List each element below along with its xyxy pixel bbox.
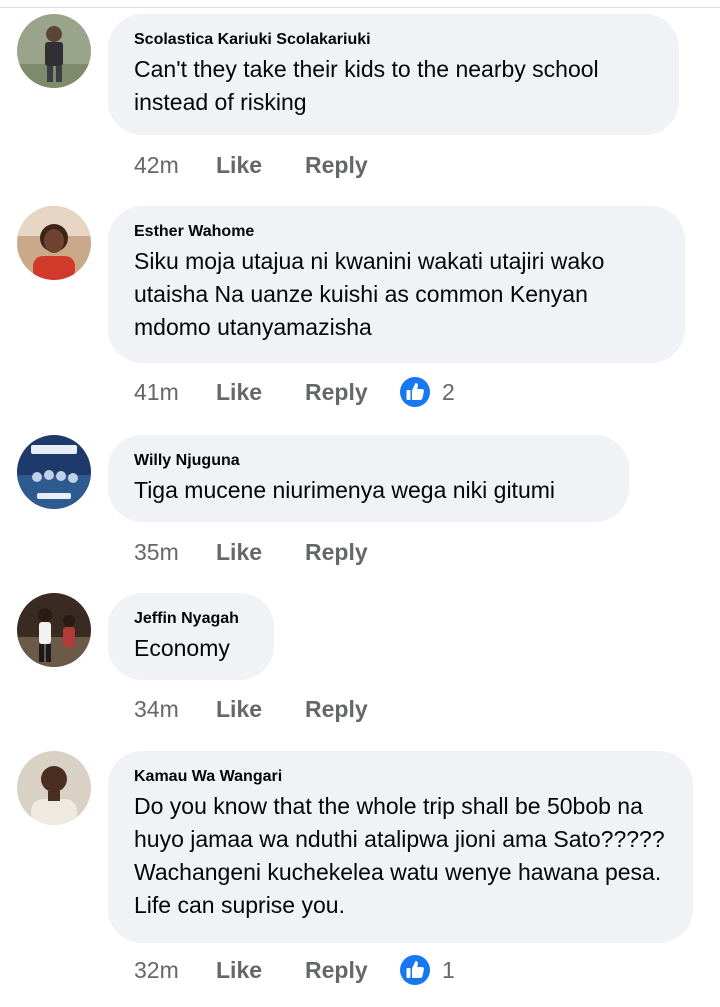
reply-button[interactable]: Reply — [305, 539, 397, 566]
avatar[interactable] — [17, 751, 91, 825]
comment-actions: 42m Like Reply — [134, 148, 397, 182]
reaction-count: 1 — [442, 956, 455, 983]
thumbs-up-icon — [397, 952, 433, 988]
like-button[interactable]: Like — [216, 957, 305, 984]
comment-actions: 32m Like Reply 1 — [134, 953, 455, 987]
reply-button[interactable]: Reply — [305, 379, 397, 406]
like-button[interactable]: Like — [216, 152, 305, 179]
comment-time[interactable]: 41m — [134, 379, 216, 406]
comment-text: Siku moja utajua ni kwanini wakati utaji… — [134, 248, 605, 340]
reaction-summary[interactable]: 1 — [397, 952, 455, 988]
comment-actions: 35m Like Reply — [134, 535, 397, 569]
comment-actions: 34m Like Reply — [134, 692, 397, 726]
comment-bubble: Willy Njuguna Tiga mucene niurimenya weg… — [108, 435, 629, 522]
comment-author[interactable]: Esther Wahome — [134, 223, 657, 241]
comment-bubble: Esther Wahome Siku moja utajua ni kwanin… — [108, 206, 685, 363]
comment-author[interactable]: Scolastica Kariuki Scolakariuki — [134, 31, 651, 49]
avatar[interactable] — [17, 206, 91, 280]
like-button[interactable]: Like — [216, 539, 305, 566]
comment-time[interactable]: 42m — [134, 152, 216, 179]
comment-text: Do you know that the whole trip shall be… — [134, 793, 665, 918]
comment-bubble: Kamau Wa Wangari Do you know that the wh… — [108, 751, 693, 943]
reaction-count: 2 — [442, 378, 455, 405]
like-button[interactable]: Like — [216, 379, 305, 406]
thumbs-up-icon — [397, 374, 433, 410]
top-divider — [0, 0, 720, 8]
comment-author[interactable]: Jeffin Nyagah — [134, 610, 246, 628]
comment-bubble: Jeffin Nyagah Economy — [108, 593, 274, 680]
reaction-summary[interactable]: 2 — [397, 374, 455, 410]
comment-time[interactable]: 32m — [134, 957, 216, 984]
reply-button[interactable]: Reply — [305, 152, 397, 179]
comment-text: Tiga mucene niurimenya wega niki gitumi — [134, 477, 556, 503]
comment-actions: 41m Like Reply 2 — [134, 375, 455, 409]
reply-button[interactable]: Reply — [305, 957, 397, 984]
avatar[interactable] — [17, 435, 91, 509]
reply-button[interactable]: Reply — [305, 696, 397, 723]
comment-text: Can't they take their kids to the nearby… — [134, 56, 599, 115]
comment-author[interactable]: Kamau Wa Wangari — [134, 768, 665, 786]
avatar[interactable] — [17, 593, 91, 667]
comment-author[interactable]: Willy Njuguna — [134, 452, 601, 470]
comment-time[interactable]: 34m — [134, 696, 216, 723]
comment-text: Economy — [134, 635, 230, 661]
comment-bubble: Scolastica Kariuki Scolakariuki Can't th… — [108, 14, 679, 135]
like-button[interactable]: Like — [216, 696, 305, 723]
comment-time[interactable]: 35m — [134, 539, 216, 566]
avatar[interactable] — [17, 14, 91, 88]
